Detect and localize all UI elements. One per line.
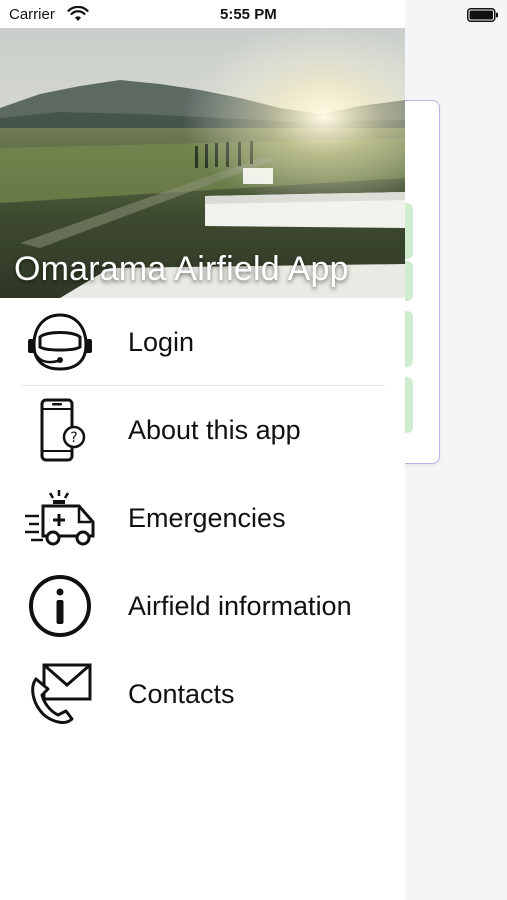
menu-item-about[interactable]: ? About this app [0,386,405,474]
clock-time: 5:55 PM [220,6,277,23]
menu-item-label: Contacts [128,678,235,709]
app-title: Omarama Airfield App [14,250,349,288]
info-icon [22,568,98,644]
ambulance-icon [22,480,98,556]
menu-item-login[interactable]: Login [0,298,405,386]
carrier-label: Carrier [9,6,55,23]
navigation-drawer: Omarama Airfield App Login ? About this … [0,0,405,900]
menu-item-contacts[interactable]: Contacts [0,650,405,738]
menu-item-label: About this app [128,414,301,445]
status-bar: Carrier 5:55 PM [0,0,507,28]
drawer-header-image: Omarama Airfield App [0,28,405,298]
envelope-phone-icon [22,656,98,732]
battery-icon [467,8,498,22]
menu-item-label: Emergencies [128,502,286,533]
wifi-icon [67,6,89,21]
pilot-helmet-icon [22,304,98,380]
drawer-menu: Login ? About this app Emergencies Airfi… [0,298,405,738]
phone-question-icon: ? [22,392,98,468]
menu-item-label: Login [128,326,195,357]
menu-item-airfield-information[interactable]: Airfield information [0,562,405,650]
svg-text:?: ? [70,430,77,446]
menu-item-emergencies[interactable]: Emergencies [0,474,405,562]
menu-item-label: Airfield information [128,590,352,621]
